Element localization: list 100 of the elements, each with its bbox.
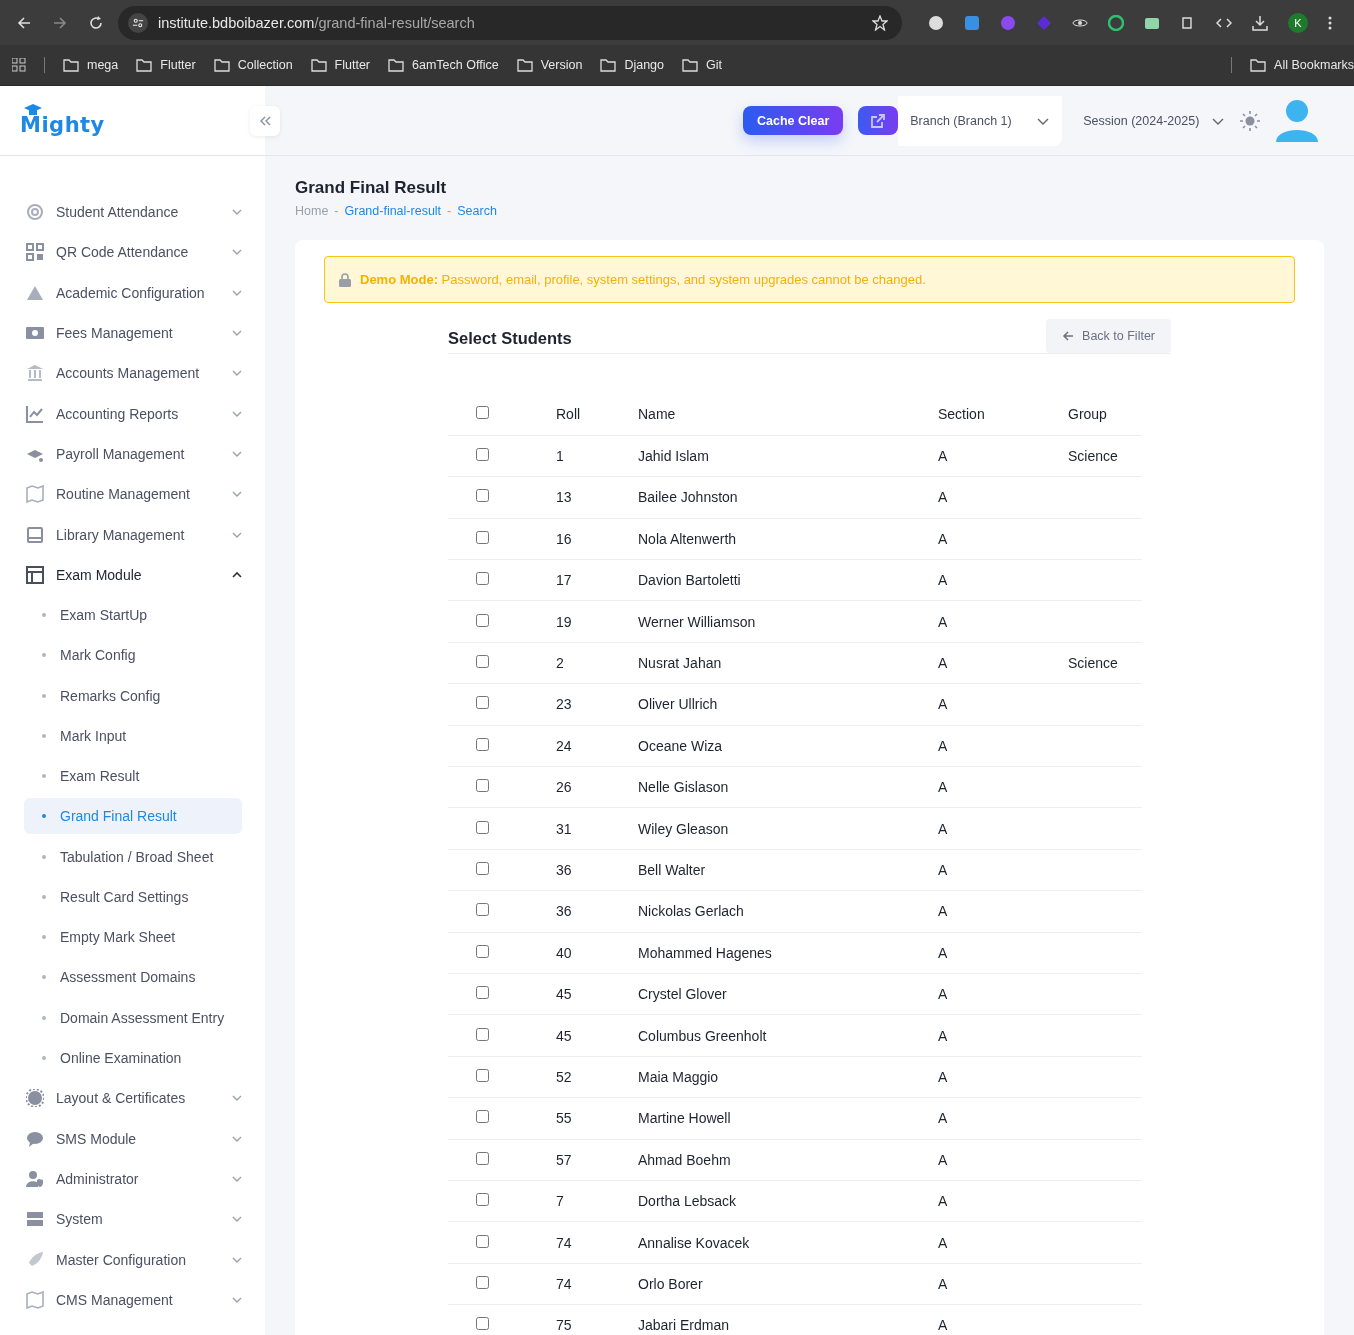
bookmark[interactable]: Django [600, 57, 664, 73]
table-cell: A [938, 655, 948, 672]
row-checkbox[interactable] [476, 1234, 489, 1248]
row-checkbox[interactable] [476, 862, 489, 875]
sidebar-item[interactable]: Fees Management [24, 312, 242, 354]
bookmark[interactable]: All Bookmarks [1250, 57, 1354, 73]
branch-select[interactable]: Branch (Branch 1) [898, 95, 1063, 146]
row-checkbox[interactable] [476, 530, 489, 544]
sidebar-item[interactable]: Accounts Management [24, 353, 242, 394]
table-cell: 40 [556, 944, 572, 961]
forward-icon[interactable] [52, 14, 68, 31]
extension-icon[interactable] [964, 14, 980, 31]
sidebar-item[interactable]: System [24, 1199, 242, 1240]
sidebar-item[interactable]: QR Code Attendance [24, 232, 242, 273]
table-cell: 74 [556, 1275, 572, 1292]
row-checkbox[interactable] [476, 737, 489, 751]
folder-icon [136, 57, 153, 73]
sidebar-item[interactable]: Academic Configuration [24, 272, 242, 313]
submenu-item[interactable]: Remarks Config [24, 675, 242, 716]
reload-icon[interactable] [88, 14, 104, 31]
bookmark[interactable]: Collection [213, 57, 293, 73]
open-site-button[interactable] [858, 106, 899, 135]
url-text: institute.bdboibazer.com/grand-final-result/search [158, 14, 476, 31]
submenu-item[interactable]: Result Card Settings [24, 876, 242, 918]
row-checkbox[interactable] [476, 986, 489, 1000]
alert-message: Demo Mode: Password, email, profile, system settings, and system upgrades cannot be changed. [360, 272, 926, 287]
sidebar-item[interactable]: Routine Management [24, 474, 242, 515]
sidebar-item[interactable]: CMS Management [24, 1279, 242, 1320]
table-cell: Ahmad Boehm [638, 1151, 731, 1168]
row-checkbox[interactable] [476, 572, 489, 586]
star-icon[interactable] [872, 14, 888, 31]
bookmark[interactable]: Version [516, 57, 583, 73]
more-icon[interactable] [1328, 14, 1332, 31]
row-checkbox[interactable] [476, 944, 489, 958]
folder-icon [516, 57, 533, 73]
row-checkbox[interactable] [476, 613, 489, 627]
row-checkbox[interactable] [476, 1027, 489, 1041]
row-checkbox[interactable] [476, 1068, 489, 1082]
site-settings-icon[interactable] [128, 12, 148, 33]
bookmark[interactable]: mega [63, 57, 119, 73]
sidebar-item[interactable]: Student Attendance [24, 192, 242, 233]
submenu-item[interactable]: Online Examination [24, 1037, 242, 1079]
address-bar[interactable]: institute.bdboibazer.com/grand-final-result/search [118, 5, 902, 40]
sun-icon[interactable] [1240, 110, 1261, 131]
row-checkbox[interactable] [476, 1151, 489, 1165]
submenu-item[interactable]: Empty Mark Sheet [24, 917, 242, 958]
submenu-item[interactable]: Assessment Domains [24, 957, 242, 998]
row-checkbox[interactable] [476, 489, 489, 503]
sidebar-item[interactable]: SMS Module [24, 1118, 242, 1159]
sidebar-item[interactable]: Master Configuration [24, 1239, 242, 1280]
table-cell: A [938, 613, 948, 630]
select-all-checkbox[interactable] [476, 406, 489, 420]
session-select[interactable]: Session (2024-2025) [1083, 113, 1226, 128]
back-icon[interactable] [16, 14, 32, 31]
submenu-item[interactable]: Domain Assessment Entry [24, 997, 242, 1038]
folder-icon [213, 57, 230, 73]
submenu-item[interactable]: Mark Input [24, 715, 242, 757]
submenu-item[interactable]: Exam Result [24, 756, 242, 797]
row-checkbox[interactable] [476, 779, 489, 793]
sidebar-item[interactable]: Layout & Certificates [24, 1078, 242, 1119]
logo[interactable]: Mighty [20, 104, 105, 137]
table-cell: Columbus Greenholt [638, 1027, 767, 1044]
sidebar-item[interactable]: Accounting Reports [24, 393, 242, 434]
breadcrumb-link[interactable]: Grand-final-result [344, 204, 442, 218]
lock-icon [339, 272, 351, 287]
map-icon [26, 485, 44, 504]
folder-icon [63, 57, 79, 73]
row-checkbox[interactable] [476, 1110, 489, 1124]
sidebar-item[interactable]: Exam Module [24, 554, 242, 595]
sidebar-item[interactable]: Payroll Management [24, 433, 242, 475]
row-checkbox[interactable] [476, 1193, 489, 1207]
bank-icon [26, 364, 44, 383]
qr-code-icon [26, 243, 44, 262]
row-checkbox[interactable] [476, 820, 489, 834]
row-checkbox[interactable] [476, 903, 489, 917]
bookmark[interactable]: Git [682, 57, 722, 73]
table-cell: 17 [556, 572, 572, 589]
submenu-item[interactable]: Mark Config [24, 635, 242, 676]
row-checkbox[interactable] [476, 655, 489, 669]
bookmark[interactable]: Flutter [136, 57, 196, 73]
bookmark[interactable]: Flutter [310, 57, 371, 73]
row-checkbox[interactable] [476, 1317, 489, 1331]
sidebar-item[interactable]: Administrator [24, 1158, 242, 1200]
submenu-item[interactable]: Tabulation / Broad Sheet [24, 836, 242, 877]
row-checkbox[interactable] [476, 448, 489, 462]
extension-icon[interactable] [1108, 14, 1124, 31]
sidebar-item[interactable]: Library Management [24, 514, 242, 555]
cache-clear-button[interactable]: Cache Clear [743, 106, 844, 135]
submenu-item[interactable]: Exam StartUp [24, 594, 242, 636]
bookmark[interactable]: 6amTech Office [388, 57, 499, 73]
table-cell: Annalise Kovacek [638, 1234, 750, 1251]
extension-icon[interactable] [928, 14, 944, 31]
download-icon[interactable] [1252, 14, 1268, 31]
apps-icon[interactable] [12, 58, 26, 72]
breadcrumb-link[interactable]: Search [457, 204, 497, 218]
row-checkbox[interactable] [476, 696, 489, 710]
external-link-icon [870, 112, 887, 129]
back-to-filter-button[interactable]: Back to Filter [1046, 319, 1171, 353]
profile-avatar[interactable]: K [1288, 12, 1308, 33]
row-checkbox[interactable] [476, 1275, 489, 1289]
